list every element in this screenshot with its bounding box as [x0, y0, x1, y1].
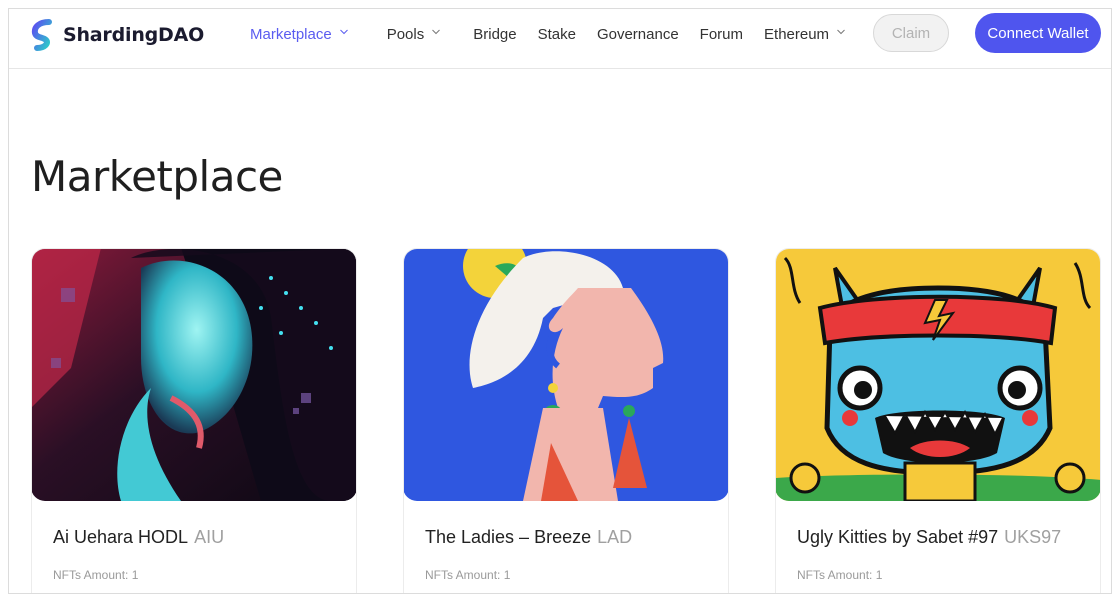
nav-item-governance[interactable]: Governance — [597, 26, 679, 43]
nav-item-forum[interactable]: Forum — [700, 26, 743, 43]
nav-item-pools[interactable]: Pools — [386, 25, 441, 43]
nft-name: Ai Uehara HODL — [53, 527, 189, 547]
top-navbar: ShardingDAO Marketplace Pools Bridge Sta… — [9, 9, 1111, 69]
chevron-down-icon — [339, 29, 348, 36]
sharding-logo-icon — [31, 19, 52, 51]
nft-name: The Ladies – Breeze — [425, 527, 592, 547]
nav-item-label: Governance — [596, 25, 679, 43]
nft-name: Ugly Kitties by Sabet #97 — [797, 527, 999, 547]
portrait-artwork-image — [32, 249, 356, 501]
nav-item-label: Bridge — [473, 25, 517, 43]
logo[interactable]: ShardingDAO — [31, 19, 204, 51]
nft-symbol: AIU — [194, 527, 225, 547]
nav-item-label: Ethereum — [764, 25, 830, 43]
nav-item-label: Stake — [537, 25, 576, 43]
page-title: Marketplace — [31, 152, 283, 201]
network-selector[interactable]: Ethereum — [764, 25, 845, 43]
nft-card-title: Ugly Kitties by Sabet #97 UKS97 — [797, 527, 1061, 548]
abstract-lady-artwork-image — [404, 249, 728, 501]
nft-amount: NFTs Amount: 1 — [797, 568, 883, 582]
app-window: ShardingDAO Marketplace Pools Bridge Sta… — [8, 8, 1112, 594]
claim-button[interactable]: Claim — [873, 14, 949, 52]
nft-card[interactable]: The Ladies – Breeze LAD NFTs Amount: 1 — [403, 248, 729, 593]
nav-item-label: Marketplace — [250, 25, 332, 43]
nft-card-title: The Ladies – Breeze LAD — [425, 527, 632, 548]
logo-text: ShardingDAO — [63, 24, 205, 46]
nft-symbol: UKS97 — [1004, 527, 1062, 547]
nav-item-label: Forum — [699, 25, 744, 43]
nft-amount: NFTs Amount: 1 — [425, 568, 511, 582]
connect-wallet-button[interactable]: Connect Wallet — [975, 13, 1101, 53]
nft-amount: NFTs Amount: 1 — [53, 568, 139, 582]
main-nav: Marketplace Pools Bridge Stake Governanc… — [250, 9, 845, 59]
nav-item-bridge[interactable]: Bridge — [473, 26, 516, 43]
nav-item-marketplace[interactable]: Marketplace — [250, 25, 348, 43]
nft-symbol: LAD — [597, 527, 633, 547]
nft-card[interactable]: Ai Uehara HODL AIU NFTs Amount: 1 — [31, 248, 357, 593]
chevron-down-icon — [432, 29, 441, 36]
nav-item-stake[interactable]: Stake — [538, 26, 576, 43]
cartoon-cat-artwork-image — [776, 249, 1100, 501]
nav-item-label: Pools — [386, 25, 425, 43]
nft-card-title: Ai Uehara HODL AIU — [53, 527, 224, 548]
chevron-down-icon — [837, 29, 845, 36]
nft-card[interactable]: Ugly Kitties by Sabet #97 UKS97 NFTs Amou… — [775, 248, 1101, 593]
